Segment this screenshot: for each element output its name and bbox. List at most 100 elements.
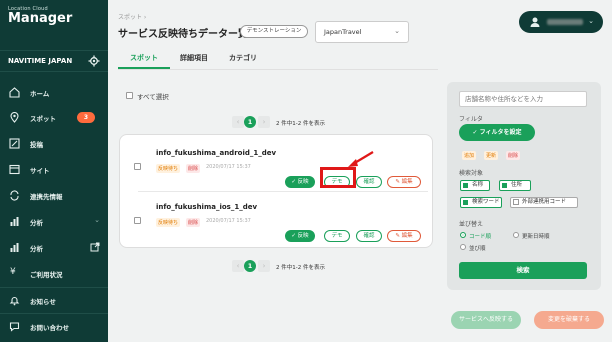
sidebar-item-contact[interactable]: お問い合わせ bbox=[0, 317, 108, 337]
list-item: info_fukushima_android_1_dev 反映待ち 削除 202… bbox=[120, 139, 434, 191]
sidebar-item-label: サイト bbox=[30, 167, 50, 175]
target-external-code-checkbox[interactable]: 外部連携用コード bbox=[510, 197, 578, 208]
reflect-button[interactable]: ✓ 反映 bbox=[285, 230, 315, 242]
sidebar-item-label: ご利用状況 bbox=[30, 271, 63, 279]
app-logo[interactable]: Location Cloud Manager bbox=[8, 6, 72, 26]
external-link-icon bbox=[90, 242, 100, 252]
demo-badge: デモンストレーション bbox=[240, 25, 308, 38]
sidebar-item-spot[interactable]: スポット 3 bbox=[0, 108, 108, 128]
window-icon bbox=[9, 164, 20, 175]
reflect-button[interactable]: ✓ 反映 bbox=[285, 176, 315, 188]
page-number-button[interactable]: 1 bbox=[244, 116, 256, 128]
checkbox-checked bbox=[502, 183, 507, 188]
home-icon bbox=[9, 87, 20, 98]
edit-button[interactable]: ✎ 編集 bbox=[387, 176, 421, 188]
sidebar-item-label: スポット bbox=[30, 115, 56, 123]
target-keyword-checkbox[interactable]: 検索ワード bbox=[460, 197, 502, 208]
edit-button[interactable]: ✎ 編集 bbox=[387, 230, 421, 242]
prev-page-button[interactable]: ‹ bbox=[232, 260, 244, 272]
next-page-button[interactable]: › bbox=[258, 116, 270, 128]
sidebar-item-integrations[interactable]: 連携先情報 bbox=[0, 186, 108, 206]
filter-tag-add[interactable]: 追加 bbox=[462, 151, 477, 160]
select-all-checkbox[interactable] bbox=[126, 92, 133, 99]
radio-dot bbox=[513, 232, 519, 238]
sidebar-item-label: 分析 bbox=[30, 219, 43, 227]
updated-date: 2020/07/17 15:37 bbox=[206, 218, 251, 224]
sidebar-item-home[interactable]: ホーム bbox=[0, 83, 108, 103]
sidebar-divider bbox=[0, 287, 108, 288]
set-filter-button[interactable]: ✓ フィルタを設定 bbox=[459, 124, 535, 141]
gear-icon[interactable] bbox=[88, 55, 100, 67]
breadcrumb[interactable]: スポット › bbox=[118, 12, 146, 21]
filter-label: フィルタ bbox=[459, 116, 483, 123]
checkbox-label: 外部連携用コード bbox=[522, 199, 567, 205]
pin-icon bbox=[10, 112, 19, 123]
tab-category[interactable]: カテゴリ bbox=[229, 53, 257, 63]
select-all-label: すべて選択 bbox=[137, 93, 169, 101]
project-select[interactable]: JapanTravel ⌄ bbox=[315, 21, 409, 43]
sidebar-item-usage[interactable]: ¥ ご利用状況 bbox=[0, 264, 108, 284]
checkbox-checked bbox=[463, 200, 468, 205]
sort-order-radio[interactable]: 並び順 bbox=[460, 244, 486, 252]
sidebar-item-label: 投稿 bbox=[30, 141, 43, 149]
sidebar-divider bbox=[0, 313, 108, 314]
yen-icon: ¥ bbox=[10, 267, 16, 277]
user-icon bbox=[530, 17, 540, 27]
row-checkbox[interactable] bbox=[134, 217, 141, 224]
radio-label: 更新日時順 bbox=[522, 234, 550, 240]
confirm-button[interactable]: 確認 bbox=[356, 230, 382, 242]
highlight-box bbox=[320, 167, 356, 188]
tab-details[interactable]: 詳細項目 bbox=[180, 53, 208, 63]
checkbox-checked bbox=[463, 183, 468, 188]
sidebar-item-label: ホーム bbox=[30, 90, 50, 98]
annotation-arrow-icon bbox=[348, 151, 374, 167]
spot-name[interactable]: info_fukushima_ios_1_dev bbox=[156, 203, 257, 211]
next-page-button[interactable]: › bbox=[258, 260, 270, 272]
filter-tag-update[interactable]: 更新 bbox=[484, 151, 499, 160]
sync-icon bbox=[10, 190, 19, 201]
tab-divider bbox=[118, 69, 438, 70]
chevron-down-icon: ⌄ bbox=[94, 216, 100, 224]
project-select-value: JapanTravel bbox=[324, 28, 362, 36]
confirm-button[interactable]: 確認 bbox=[356, 176, 382, 188]
user-menu[interactable]: ⌄ bbox=[519, 11, 603, 33]
target-name-checkbox[interactable]: 名称 bbox=[460, 180, 490, 191]
status-badge-delete: 削除 bbox=[186, 218, 201, 227]
radio-label: 並び順 bbox=[469, 246, 486, 252]
list-item: info_fukushima_ios_1_dev 反映待ち 削除 2020/07… bbox=[120, 193, 434, 245]
page-number-button[interactable]: 1 bbox=[244, 260, 256, 272]
sidebar-item-analytics-external[interactable]: 分析 bbox=[0, 238, 108, 258]
organization-switcher[interactable]: NAVITIME JAPAN bbox=[0, 50, 108, 72]
search-button[interactable]: 検索 bbox=[459, 262, 587, 279]
sidebar-item-site[interactable]: サイト bbox=[0, 160, 108, 180]
chart-icon bbox=[10, 243, 19, 252]
chat-icon bbox=[9, 322, 20, 332]
filter-tag-delete[interactable]: 削除 bbox=[506, 151, 521, 160]
status-badge-delete: 削除 bbox=[186, 164, 201, 173]
checkbox-label: 名称 bbox=[472, 182, 484, 188]
sort-updated-radio[interactable]: 更新日時順 bbox=[513, 232, 550, 240]
sidebar-item-analytics[interactable]: 分析 ⌄ bbox=[0, 212, 108, 232]
demo-button[interactable]: デモ bbox=[324, 230, 350, 242]
user-name-redacted bbox=[547, 19, 583, 25]
edit-icon bbox=[9, 138, 20, 149]
discard-changes-button[interactable]: 変更を破棄する bbox=[534, 311, 604, 329]
target-address-checkbox[interactable]: 住所 bbox=[499, 180, 531, 191]
search-input[interactable] bbox=[459, 91, 587, 107]
tab-spot[interactable]: スポット bbox=[130, 53, 158, 63]
radio-label: コード順 bbox=[469, 234, 492, 240]
status-badge-pending: 反映待ち bbox=[156, 218, 181, 227]
sidebar-item-news[interactable]: お知らせ bbox=[0, 291, 108, 311]
spot-name[interactable]: info_fukushima_android_1_dev bbox=[156, 149, 276, 157]
sidebar-item-label: お問い合わせ bbox=[30, 324, 69, 332]
reflect-to-service-button[interactable]: サービスへ反映する bbox=[451, 311, 521, 329]
updated-date: 2020/07/17 15:37 bbox=[206, 164, 251, 170]
sidebar-item-post[interactable]: 投稿 bbox=[0, 134, 108, 154]
bell-icon bbox=[9, 296, 20, 306]
sort-code-radio[interactable]: コード順 bbox=[460, 232, 491, 240]
row-divider bbox=[138, 191, 428, 192]
checkbox-unchecked bbox=[513, 199, 519, 205]
checkbox-label: 住所 bbox=[511, 182, 523, 188]
row-checkbox[interactable] bbox=[134, 163, 141, 170]
prev-page-button[interactable]: ‹ bbox=[232, 116, 244, 128]
